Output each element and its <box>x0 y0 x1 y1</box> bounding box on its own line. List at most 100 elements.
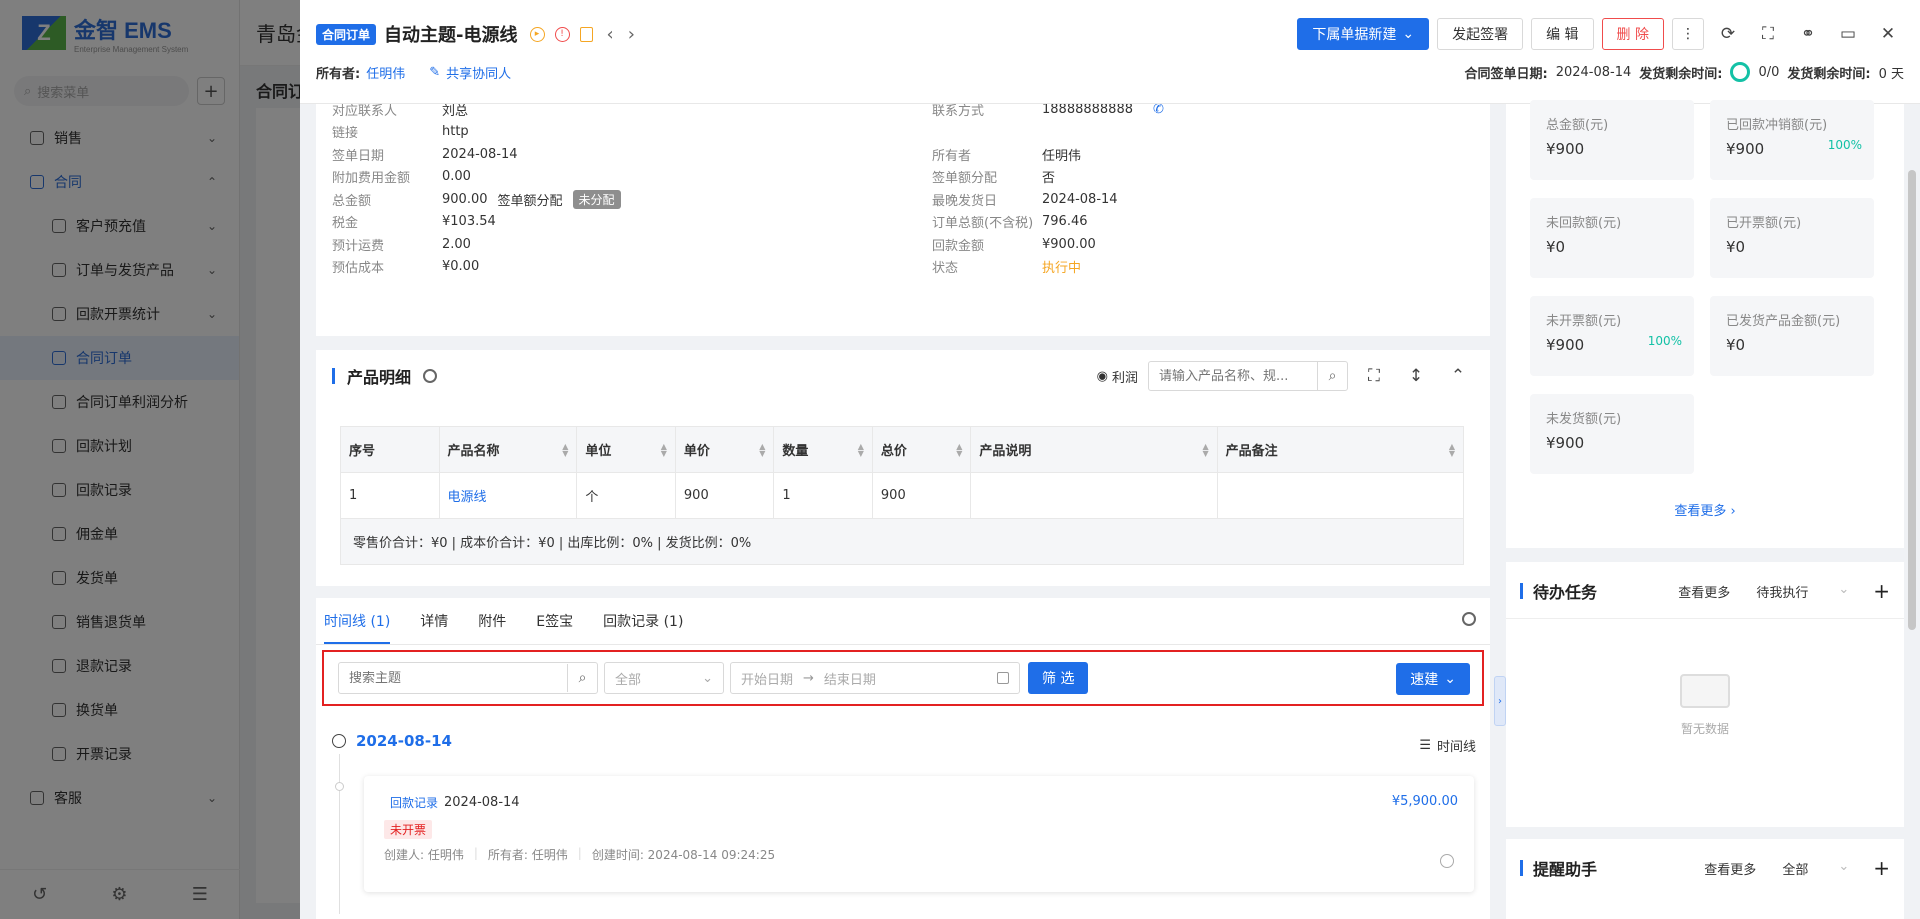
column-header[interactable]: 单价 ▲ ▼ <box>675 426 775 473</box>
emoji-icon[interactable] <box>1440 854 1454 868</box>
column-header[interactable]: 产品名称 ▲ ▼ <box>439 426 578 473</box>
tab[interactable]: 详情 <box>420 598 448 644</box>
fullscreen-icon[interactable]: ⛶ <box>1752 18 1784 50</box>
amount-stats-card: 总金额(元) ¥900 已回款冲销额(元) ¥900 100% 未回款额(元) ¥0 已开票额… <box>1506 100 1904 548</box>
allocation-badge: 未分配 <box>572 189 621 209</box>
refresh-icon[interactable]: ⟳ <box>1712 18 1744 50</box>
stats-see-more-link[interactable]: 查看更多 › <box>1506 500 1904 519</box>
share-collaborator-link[interactable]: ✎ 共享协同人 <box>429 63 511 82</box>
ship-remaining-label: 发货剩余时间: <box>1639 66 1723 82</box>
more-menu-icon[interactable]: ⋮ <box>1672 18 1704 50</box>
previous-record-icon[interactable]: ‹ <box>607 24 614 45</box>
info-field <box>932 121 1042 143</box>
sort-icon[interactable]: ▲ ▼ <box>661 443 667 458</box>
sort-icon[interactable]: ▲ ▼ <box>956 443 962 458</box>
column-header[interactable]: 产品备注 ▲ ▼ <box>1217 426 1465 473</box>
type-select[interactable]: 全部 ⌄ <box>604 662 724 694</box>
start-date-input[interactable]: 开始日期 <box>741 669 793 688</box>
tab[interactable]: 时间线 (1) <box>324 598 391 644</box>
column-header[interactable]: 总价 ▲ ▼ <box>872 426 972 473</box>
scrollbar[interactable] <box>1908 170 1916 630</box>
close-icon[interactable]: ✕ <box>1872 18 1904 50</box>
add-reminder-icon[interactable]: + <box>1873 856 1890 880</box>
radio-icon: ◉ <box>1096 368 1108 384</box>
tab[interactable]: E签宝 <box>536 598 573 644</box>
product-search-input[interactable] <box>1149 368 1317 384</box>
tab[interactable]: 回款记录 (1) <box>603 598 683 644</box>
timeline-filter-bar: ⌕ 全部 ⌄ 开始日期 → 结束日期 筛 选 速建⌄ <box>322 650 1484 706</box>
sort-icon[interactable]: ▲ ▼ <box>1449 443 1455 458</box>
edit-button[interactable]: 编 辑 <box>1531 18 1594 50</box>
stat-box: 未回款额(元) ¥0 <box>1530 198 1694 278</box>
sort-icon[interactable]: ▲ ▼ <box>1203 443 1209 458</box>
record-type-tag: 合同订单 <box>316 23 377 45</box>
end-date-input[interactable]: 结束日期 <box>824 669 876 688</box>
column-header[interactable]: 数量 ▲ ▼ <box>773 426 873 473</box>
info-field: 预估成本 ¥0.00 <box>332 259 480 276</box>
table-cell: 900 <box>675 472 775 519</box>
edit-pencil-icon: ✎ <box>429 64 441 80</box>
column-header[interactable]: 单位 ▲ ▼ <box>576 426 676 473</box>
add-todo-icon[interactable]: + <box>1873 579 1890 603</box>
column-header[interactable]: 序号 <box>340 426 440 473</box>
ship-progress-value: 0/0 <box>1758 64 1780 80</box>
arrow-right-icon: → <box>803 670 814 686</box>
product-table: 序号 产品名称 ▲ ▼ 单位 ▲ ▼ 单价 ▲ ▼ 数量 ▲ ▼ 总价 ▲ ▼ 产品说明 ▲ ▼ 产品备注 ▲ ▼ 1 电源… <box>340 426 1465 565</box>
timeline-item[interactable]: 回款记录 2024-08-14 ¥5,900.00 未开票 创建人: 任明伟 |… <box>364 776 1474 892</box>
table-cell: 900 <box>872 472 972 519</box>
todo-see-more-link[interactable]: 查看更多 <box>1678 582 1730 601</box>
sub-document-new-button[interactable]: 下属单据新建 ⌄ <box>1297 18 1430 50</box>
collapse-panel-icon[interactable]: › <box>1494 676 1506 726</box>
topic-search-input[interactable] <box>339 670 567 686</box>
topic-search: ⌕ <box>338 662 598 694</box>
esign-button[interactable]: 发起签署 <box>1437 18 1524 50</box>
note-icon[interactable] <box>579 26 593 42</box>
product-search: ⌕ <box>1148 361 1348 391</box>
reminder-filter-select[interactable]: 全部 ⌄ <box>1782 859 1849 878</box>
owner-link[interactable]: 任明伟 <box>366 63 405 82</box>
search-icon[interactable]: ⌕ <box>567 664 597 692</box>
next-record-icon[interactable]: › <box>628 24 635 45</box>
reminder-see-more-link[interactable]: 查看更多 <box>1704 859 1756 878</box>
gear-icon[interactable] <box>1462 612 1476 626</box>
sort-icon[interactable]: ▲ ▼ <box>759 443 765 458</box>
order-detail-drawer: 合同订单 自动主题-电源线 ▸ ! ‹ › 下属单据新建 ⌄ 发起签署 编 辑 删… <box>300 0 1920 919</box>
fullscreen-icon[interactable]: ⛶ <box>1358 360 1390 392</box>
follow-icon[interactable]: ▸ <box>529 26 545 42</box>
phone-icon[interactable]: ✆ <box>1153 104 1164 117</box>
sign-date-label: 合同签单日期: <box>1464 66 1548 82</box>
alert-icon[interactable]: ! <box>554 26 570 42</box>
chevron-down-icon: ⌄ <box>1838 858 1850 874</box>
info-field: 最晚发货日 2024-08-14 <box>932 191 1118 209</box>
todo-filter-select[interactable]: 待我执行 ⌄ <box>1756 582 1849 601</box>
delete-button[interactable]: 删 除 <box>1601 18 1664 50</box>
info-field: 税金 ¥103.54 <box>332 214 496 231</box>
info-field: 签单日期 2024-08-14 <box>332 146 518 164</box>
item-amount: ¥5,900.00 <box>1391 794 1458 809</box>
tab[interactable]: 附件 <box>478 598 506 644</box>
info-field: 对应联系人 刘总 <box>332 104 469 119</box>
item-type-tag[interactable]: 回款记录 <box>390 794 438 811</box>
minimize-window-icon[interactable]: ▭ <box>1832 18 1864 50</box>
timeline-mode-toggle[interactable]: ☰ 时间线 <box>1419 736 1476 755</box>
todo-card: 待办任务 查看更多 待我执行 ⌄ + 暂无数据 <box>1506 562 1904 827</box>
record-title: 自动主题-电源线 <box>384 25 518 46</box>
link-icon[interactable]: ⚭ <box>1792 18 1824 50</box>
row-height-icon[interactable]: ↕ <box>1400 360 1432 392</box>
filter-button[interactable]: 筛 选 <box>1028 662 1089 694</box>
product-detail-card: 产品明细 ◉利润 ⌕ ⛶ ↕ ⌃ 序号产品名称▲▼单位▲▼单价▲▼数量▲▼总价▲… <box>316 350 1490 586</box>
item-created-time: 创建时间: 2024-08-14 09:24:25 <box>591 848 776 862</box>
table-cell[interactable]: 电源线 <box>439 472 578 519</box>
info-field: 附加费用金额 0.00 <box>332 169 471 186</box>
sort-icon[interactable]: ▲ ▼ <box>562 443 568 458</box>
gear-icon[interactable] <box>423 369 438 383</box>
search-icon[interactable]: ⌕ <box>1317 362 1347 390</box>
date-range-picker[interactable]: 开始日期 → 结束日期 <box>730 662 1020 694</box>
chevron-down-icon: ⌄ <box>1444 671 1456 687</box>
column-header[interactable]: 产品说明 ▲ ▼ <box>970 426 1218 473</box>
collapse-up-icon[interactable]: ⌃ <box>1442 360 1474 392</box>
profit-toggle[interactable]: ◉ 利润 <box>1097 367 1138 386</box>
info-field: 回款金额 ¥900.00 <box>932 236 1096 254</box>
sort-icon[interactable]: ▲ ▼ <box>858 443 864 458</box>
quick-create-button[interactable]: 速建 ⌄ <box>1396 663 1470 695</box>
